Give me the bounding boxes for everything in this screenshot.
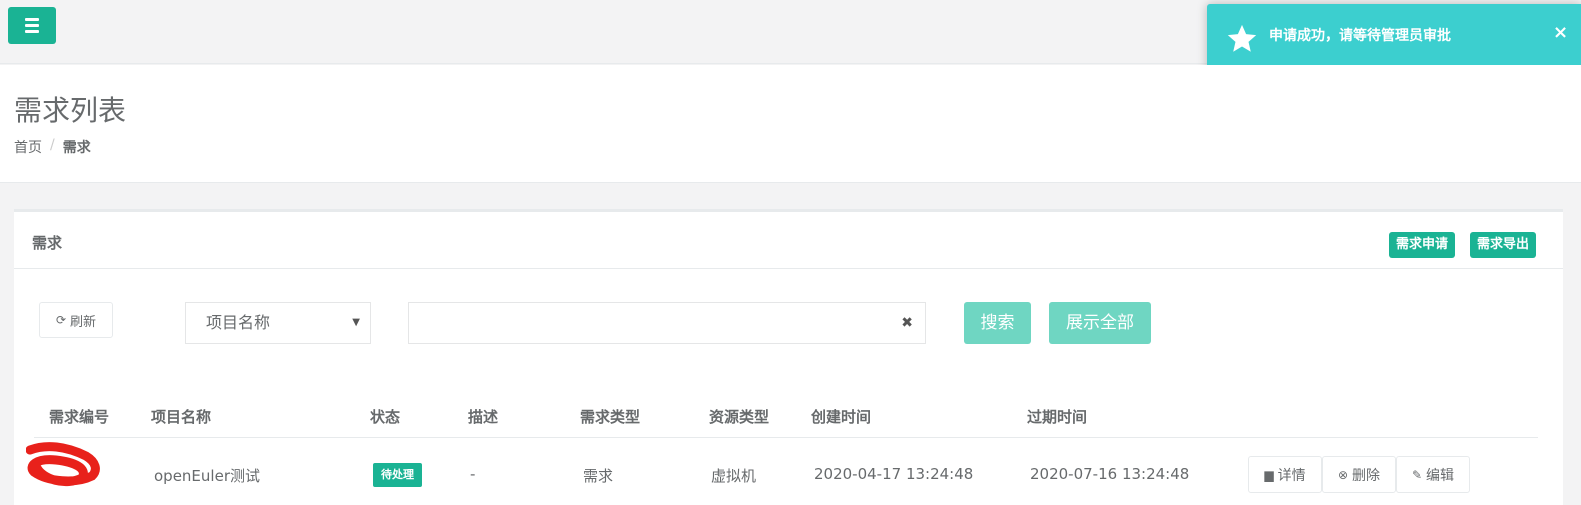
page-header: 需求列表 首页 / 需求	[0, 65, 1581, 183]
search-field-select[interactable]: 项目名称 ▼	[185, 302, 371, 344]
delete-button[interactable]: ⊗ 删除	[1322, 456, 1396, 493]
close-icon[interactable]: ×	[1553, 22, 1568, 43]
search-button[interactable]: 搜索	[964, 302, 1031, 344]
refresh-icon: ⟳	[55, 313, 67, 327]
row-description: -	[470, 465, 476, 483]
requirements-panel: 需求 需求申请 需求导出 ⟳ 刷新 项目名称 ▼ ✖ 搜索 展示全部 需求编号 …	[14, 209, 1563, 505]
menu-icon	[25, 18, 39, 21]
column-header-id: 需求编号	[49, 408, 110, 426]
column-header-requirement-type: 需求类型	[580, 408, 641, 426]
column-header-resource-type: 资源类型	[709, 408, 770, 426]
apply-requirement-button[interactable]: 需求申请	[1389, 232, 1456, 258]
column-header-created-time: 创建时间	[811, 408, 872, 426]
status-badge: 待处理	[373, 463, 422, 487]
breadcrumb-separator: /	[50, 137, 55, 153]
breadcrumb-current: 需求	[62, 140, 91, 156]
caret-down-icon: ▼	[352, 317, 360, 328]
row-project-name: openEuler测试	[154, 467, 260, 485]
column-header-expire-time: 过期时间	[1027, 408, 1088, 426]
detail-button[interactable]: ▆ 详情	[1248, 456, 1322, 493]
row-expire-time: 2020-07-16 13:24:48	[1030, 465, 1190, 483]
export-requirement-button[interactable]: 需求导出	[1470, 232, 1537, 258]
refresh-button[interactable]: ⟳ 刷新	[39, 302, 113, 338]
select-value: 项目名称	[206, 313, 271, 332]
breadcrumb-home-link[interactable]: 首页	[14, 137, 42, 157]
detail-label: 详情	[1277, 467, 1306, 484]
edit-button[interactable]: ✎ 编辑	[1396, 456, 1470, 493]
column-header-description: 描述	[468, 408, 499, 426]
menu-icon-bar	[25, 24, 39, 27]
panel-title: 需求	[32, 234, 63, 252]
clear-icon[interactable]: ✖	[901, 315, 913, 331]
search-input[interactable]: ✖	[408, 302, 926, 344]
column-header-status: 状态	[370, 408, 401, 426]
show-all-button[interactable]: 展示全部	[1049, 302, 1151, 344]
edit-label: 编辑	[1426, 467, 1455, 484]
panel-header: 需求 需求申请 需求导出	[14, 212, 1563, 269]
pencil-icon: ✎	[1411, 467, 1423, 482]
row-requirement-type: 需求	[583, 467, 614, 485]
menu-toggle-button[interactable]	[8, 7, 56, 44]
page-title: 需求列表	[14, 94, 127, 127]
star-icon	[1227, 24, 1257, 52]
redaction-scribble	[26, 442, 100, 486]
breadcrumb: 首页 / 需求	[14, 137, 91, 157]
delete-label: 删除	[1352, 467, 1381, 484]
row-resource-type: 虚拟机	[711, 467, 757, 485]
folder-icon: ▆	[1264, 467, 1274, 482]
menu-icon-bar	[25, 30, 39, 33]
refresh-label: 刷新	[70, 314, 97, 330]
remove-circle-icon: ⊗	[1337, 467, 1349, 482]
column-header-project: 项目名称	[151, 408, 212, 426]
table-divider	[34, 437, 1538, 438]
row-created-time: 2020-04-17 13:24:48	[814, 465, 974, 483]
toast-message: 申请成功，请等待管理员审批	[1269, 28, 1451, 44]
